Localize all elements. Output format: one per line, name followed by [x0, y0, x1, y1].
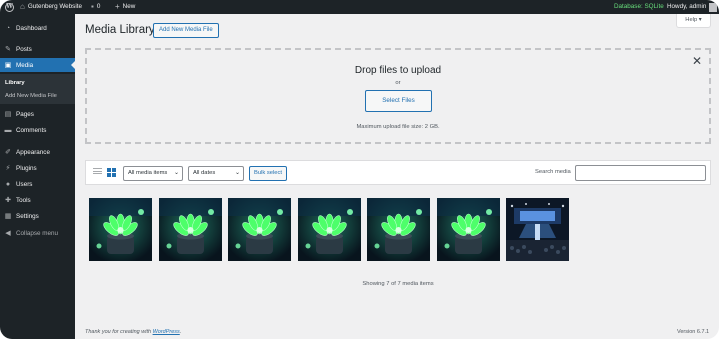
- help-tab-button[interactable]: Help ▾: [676, 14, 711, 28]
- wordpress-logo-icon: W: [5, 2, 14, 12]
- bulk-select-button[interactable]: Bulk select: [249, 166, 288, 181]
- collapse-menu-button[interactable]: ◀ Collapse menu: [0, 226, 75, 240]
- media-submenu: Library Add New Media File: [0, 74, 75, 104]
- comments-icon: ▬: [4, 126, 12, 134]
- media-thumbnail[interactable]: [436, 198, 500, 261]
- wrench-icon: ✚: [5, 197, 11, 204]
- sidebar-item-label: Dashboard: [16, 24, 47, 32]
- collapse-label: Collapse menu: [16, 229, 59, 237]
- footer-thanks: Thank you for creating with WordPress.: [85, 329, 181, 335]
- media-thumbnail[interactable]: [89, 198, 152, 261]
- list-view-icon[interactable]: [93, 168, 102, 177]
- chevron-down-icon: ⌄: [234, 170, 240, 176]
- account-menu[interactable]: Howdy, admin: [667, 0, 718, 14]
- sidebar-item-label: Pages: [16, 110, 34, 118]
- collapse-icon: ◀: [5, 230, 11, 237]
- app-frame: W ⌂ Gutenberg Website ▪ 0 + New Database…: [0, 0, 719, 339]
- database-label: Database: SQLite: [614, 3, 664, 10]
- wordpress-menu[interactable]: W: [5, 0, 14, 14]
- pages-icon: ▤: [4, 111, 12, 118]
- media-type-filter[interactable]: All media items ⌄: [123, 166, 183, 181]
- sidebar-item-plugins[interactable]: ⚡ Plugins: [0, 161, 75, 175]
- select-files-button[interactable]: Select Files: [365, 90, 432, 112]
- sidebar-item-tools[interactable]: ✚ Tools: [0, 193, 75, 207]
- submenu-item-library[interactable]: Library: [5, 80, 25, 86]
- sidebar-item-posts[interactable]: ✎ Posts: [0, 42, 75, 56]
- admin-sidebar: ◔ Dashboard ✎ Posts ▣ Media Library Add …: [0, 14, 75, 339]
- comments-count: 0: [96, 3, 101, 10]
- sidebar-item-label: Plugins: [16, 164, 37, 172]
- greeting: Howdy, admin: [667, 3, 707, 10]
- site-name: Gutenberg Website: [27, 3, 82, 10]
- sidebar-item-appearance[interactable]: ✐ Appearance: [0, 145, 75, 159]
- media-thumbnail[interactable]: [367, 198, 430, 261]
- sidebar-item-pages[interactable]: ▤ Pages: [0, 107, 75, 121]
- upload-dropzone[interactable]: ✕ Drop files to upload or Select Files M…: [85, 48, 711, 144]
- drop-files-heading: Drop files to upload: [354, 65, 442, 76]
- users-icon: ●: [5, 180, 11, 188]
- page-title: Media Library: [85, 24, 155, 36]
- sidebar-item-label: Posts: [16, 45, 32, 53]
- media-thumbnail[interactable]: [506, 198, 569, 261]
- sidebar-item-label: Media: [16, 61, 34, 69]
- grid-view-icon[interactable]: [107, 168, 116, 177]
- database-indicator: Database: SQLite: [614, 0, 664, 14]
- max-upload-size-text: Maximum upload file size: 2 GB.: [356, 124, 440, 130]
- plug-icon: ⚡: [5, 165, 11, 172]
- showing-count: Showing 7 of 7 media items: [362, 281, 434, 287]
- date-filter[interactable]: All dates ⌄: [188, 166, 244, 181]
- wordpress-link[interactable]: WordPress: [153, 329, 180, 335]
- comment-bubble-icon: ▪: [91, 2, 94, 11]
- or-text: or: [395, 80, 401, 86]
- sidebar-item-comments[interactable]: ▬ Comments: [0, 123, 75, 137]
- dashboard-icon: ◔: [5, 24, 11, 32]
- plus-icon: +: [115, 2, 120, 11]
- settings-icon: ▦: [4, 213, 12, 220]
- avatar-icon: [709, 2, 718, 12]
- sidebar-item-label: Settings: [16, 212, 39, 220]
- media-thumbnail[interactable]: [297, 198, 361, 261]
- sidebar-item-media[interactable]: ▣ Media: [0, 58, 75, 72]
- home-icon: ⌂: [20, 2, 25, 11]
- footer-thanks-prefix: Thank you for creating with: [85, 329, 153, 335]
- media-type-filter-value: All media items: [128, 170, 168, 176]
- paintbrush-icon: ✐: [5, 149, 11, 156]
- new-content-menu[interactable]: + New: [115, 0, 135, 14]
- footer-thanks-suffix: .: [179, 329, 182, 335]
- sidebar-item-label: Comments: [16, 126, 47, 134]
- sidebar-item-label: Users: [16, 180, 33, 188]
- new-label: New: [122, 3, 136, 10]
- media-thumbnail[interactable]: [158, 198, 222, 261]
- footer-version: Version 6.7.1: [677, 329, 710, 335]
- media-icon: ▣: [4, 62, 12, 69]
- sidebar-item-dashboard[interactable]: ◔ Dashboard: [0, 21, 75, 35]
- media-thumbnail[interactable]: [228, 198, 291, 261]
- sidebar-item-label: Appearance: [16, 148, 50, 156]
- submenu-item-add-new[interactable]: Add New Media File: [5, 93, 57, 99]
- chevron-down-icon: ⌄: [173, 170, 179, 176]
- sidebar-item-settings[interactable]: ▦ Settings: [0, 209, 75, 223]
- sidebar-item-label: Tools: [16, 196, 31, 204]
- site-name-link[interactable]: ⌂ Gutenberg Website: [20, 0, 82, 14]
- date-filter-value: All dates: [193, 170, 216, 176]
- pin-icon: ✎: [5, 46, 11, 53]
- media-toolbar: All media items ⌄ All dates ⌄ Bulk selec…: [85, 160, 711, 185]
- search-media-label: Search media: [535, 169, 571, 175]
- search-media-input[interactable]: [575, 165, 706, 181]
- comments-link[interactable]: ▪ 0: [91, 0, 100, 14]
- add-new-media-button[interactable]: Add New Media File: [153, 23, 219, 38]
- admin-bar: W ⌂ Gutenberg Website ▪ 0 + New Database…: [0, 0, 719, 14]
- sidebar-item-users[interactable]: ● Users: [0, 177, 75, 191]
